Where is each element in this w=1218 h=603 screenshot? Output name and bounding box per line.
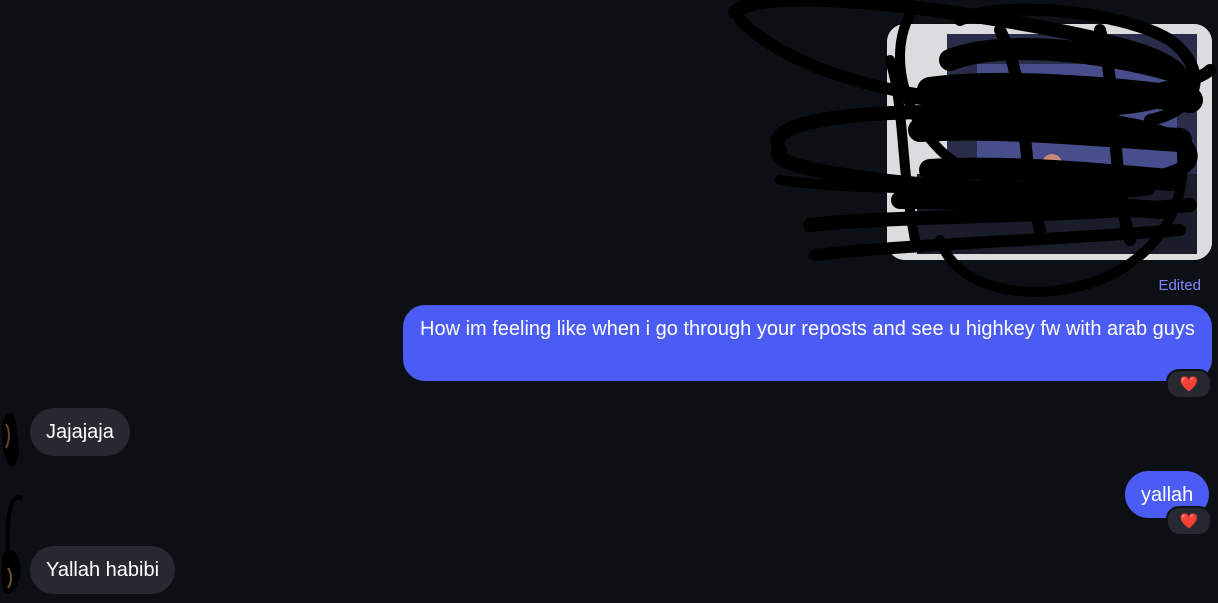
message-text: yallah [1141, 484, 1194, 506]
heart-icon: ❤️ [1179, 376, 1199, 393]
reaction-badge[interactable]: ❤️ [1166, 369, 1212, 399]
shared-image[interactable] [887, 24, 1212, 260]
message-text: Yallah habibi [46, 559, 160, 581]
edited-label: Edited [1158, 277, 1201, 294]
avatar[interactable] [0, 404, 26, 468]
shared-image-content [887, 24, 1212, 260]
message-text: How im feeling like when i go through yo… [420, 318, 1195, 340]
avatar[interactable] [0, 490, 26, 596]
heart-icon: ❤️ [1179, 513, 1199, 530]
reaction-badge[interactable]: ❤️ [1166, 506, 1212, 536]
message-bubble-sent[interactable]: How im feeling like when i go through yo… [403, 305, 1212, 381]
message-bubble-received[interactable]: Jajajaja [30, 408, 130, 456]
message-text: Jajajaja [46, 421, 114, 443]
chat-thread: Edited How im feeling like when i go thr… [0, 0, 1218, 603]
message-bubble-received[interactable]: Yallah habibi [30, 546, 176, 594]
